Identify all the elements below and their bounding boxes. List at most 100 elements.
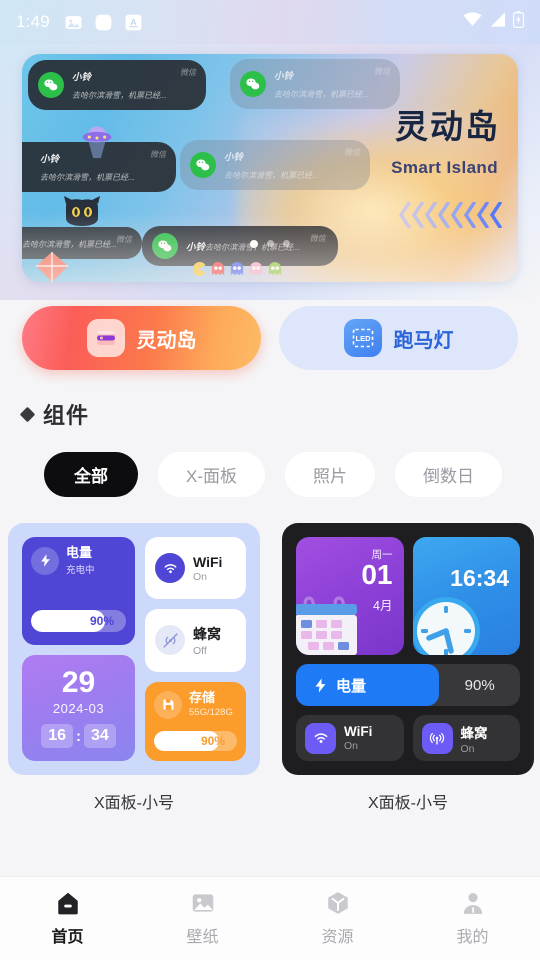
lightning-icon [315, 677, 326, 693]
cellular-tile: 蜂窝 On [412, 715, 520, 761]
notification-card: 小铃去哈尔滨滑雪，机票已经... 微信 [180, 140, 370, 190]
cellular-icon [421, 722, 453, 754]
bottom-tab-bar: 首页 壁纸 资源 我的 [0, 876, 540, 960]
tab-label: 资源 [321, 929, 354, 946]
tab-wallpaper[interactable]: 壁纸 [135, 877, 270, 960]
widget-item[interactable]: 电量 充电中 90% 29 2024-03 16: 34 WiFi On 蜂窝… [8, 523, 260, 813]
clock-icon [412, 597, 480, 655]
mode-tab-dynamic-island[interactable]: 灵动岛 [22, 306, 261, 370]
notification-sender: 小铃 [40, 154, 60, 165]
wechat-icon [240, 71, 266, 97]
notification-sender: 小铃 [274, 71, 294, 82]
battery-title: 电量 [66, 545, 93, 560]
cellular-title: 蜂窝 [460, 725, 488, 741]
status-bar-time: 1:49 [16, 12, 50, 31]
calendar-tile: 周一 01 4月 [296, 537, 404, 655]
led-marquee-icon: LED [343, 319, 382, 357]
text-a-icon: A [124, 13, 143, 32]
notification-app: 微信 [374, 67, 390, 76]
wifi-icon [155, 553, 185, 584]
storage-tile: 存储 55G/128G 90% [145, 681, 246, 761]
storage-detail: 55G/128G [189, 706, 233, 718]
svg-text:A: A [130, 16, 137, 26]
date-tile: 29 2024-03 16 : 34 [22, 655, 135, 761]
calendar-icon [296, 596, 357, 655]
tab-label: 首页 [51, 929, 84, 946]
wifi-tile: WiFi On [296, 715, 404, 761]
wifi-status: On [193, 570, 208, 583]
clock-hour: 16 [41, 724, 73, 748]
cellular-title: 蜂窝 [193, 625, 221, 642]
clock-minute: 34 [84, 724, 116, 748]
lightning-icon [31, 546, 59, 575]
date-day: 29 [61, 666, 96, 699]
svg-text:LED: LED [355, 334, 371, 343]
wifi-icon [463, 12, 482, 32]
battery-percent: 90% [464, 676, 495, 694]
tab-home[interactable]: 首页 [0, 877, 135, 960]
page-scroll-area[interactable]: 小铃去哈尔滨滑雪，机票已经... 微信 小铃去哈尔滨滑雪，机票已经... 微信 … [0, 44, 540, 960]
tab-label: 我的 [456, 929, 489, 946]
cellular-tile: 蜂窝 Off [145, 609, 246, 672]
ufo-icon [74, 116, 120, 162]
person-icon [460, 890, 486, 916]
storage-progress-bar: 90% [154, 731, 237, 751]
wifi-title: WiFi [344, 724, 373, 739]
chevron-decoration [399, 202, 502, 228]
dynamic-island-icon [86, 319, 125, 357]
notification-message: 去哈尔滨滑雪，机票已经... [40, 173, 135, 182]
storage-percent: 90% [200, 734, 225, 748]
wifi-icon [305, 722, 336, 754]
mode-tab-marquee[interactable]: LED 跑马灯 [279, 306, 518, 370]
filter-chip-countdown[interactable]: 倒数日 [395, 452, 502, 497]
cellular-off-icon [155, 625, 185, 656]
widget-item[interactable]: 周一 01 4月 16:34 电量 90% WiFi On 蜂窝 On X面板-… [282, 523, 534, 813]
notification-card: 小铃去哈尔滨滑雪，机票已经... 微信 [28, 60, 206, 110]
mode-tabs: 灵动岛 LED 跑马灯 [22, 306, 518, 370]
banner-title: 灵动岛 [395, 108, 500, 145]
notification-app: 微信 [344, 148, 360, 157]
widget-grid: 电量 充电中 90% 29 2024-03 16: 34 WiFi On 蜂窝… [8, 523, 534, 813]
tab-profile[interactable]: 我的 [405, 877, 540, 960]
filter-chip-photo[interactable]: 照片 [285, 452, 375, 497]
battery-percent: 90% [89, 614, 114, 628]
tab-resources[interactable]: 资源 [270, 877, 405, 960]
battery-bar-fill: 电量 [296, 664, 440, 706]
image-icon [190, 890, 216, 916]
cellular-status: On [460, 742, 475, 755]
cellular-signal-icon [489, 12, 506, 32]
filter-chip-row[interactable]: 全部 X-面板 照片 倒数日 [44, 452, 540, 497]
battery-title: 电量 [336, 677, 367, 695]
wifi-status: On [344, 740, 359, 752]
calendar-month: 4月 [373, 599, 393, 613]
battery-status: 充电中 [66, 564, 95, 576]
hero-banner[interactable]: 小铃去哈尔滨滑雪，机票已经... 微信 小铃去哈尔滨滑雪，机票已经... 微信 … [22, 54, 518, 282]
rounded-square-icon [94, 13, 113, 32]
home-icon [55, 890, 81, 916]
notification-message: 去哈尔滨滑雪，机票已经... [274, 90, 369, 99]
clock-separator: : [76, 727, 81, 745]
cube-icon [325, 890, 351, 916]
filter-chip-all[interactable]: 全部 [44, 452, 138, 497]
battery-progress-bar: 90% [31, 610, 126, 632]
notification-app: 微信 [150, 150, 166, 159]
notification-app: 微信 [180, 68, 196, 77]
widget-label: X面板-小号 [93, 795, 174, 812]
wifi-tile: WiFi On [145, 537, 246, 600]
filter-chip-x-panel[interactable]: X-面板 [158, 452, 265, 497]
mode-tab-label: 跑马灯 [393, 329, 454, 352]
notification-message: 去哈尔滨滑雪，机票已经... [72, 91, 167, 100]
widget-preview-light[interactable]: 电量 充电中 90% 29 2024-03 16: 34 WiFi On 蜂窝… [8, 523, 260, 775]
banner-subtitle: Smart Island [391, 158, 498, 177]
floppy-disk-icon [154, 690, 182, 719]
flip-clock: 16 : 34 [41, 724, 116, 748]
section-header: 组件 [19, 398, 540, 430]
image-icon [64, 13, 83, 32]
tab-label: 壁纸 [186, 929, 219, 946]
widget-label: X面板-小号 [367, 795, 448, 812]
date-year-month: 2024-03 [52, 701, 105, 716]
notification-message: 去哈尔滨滑雪，机票已经... [224, 171, 319, 180]
wechat-icon [190, 152, 216, 178]
widget-preview-dark[interactable]: 周一 01 4月 16:34 电量 90% WiFi On 蜂窝 On [282, 523, 534, 775]
clock-tile: 16:34 [412, 537, 520, 655]
